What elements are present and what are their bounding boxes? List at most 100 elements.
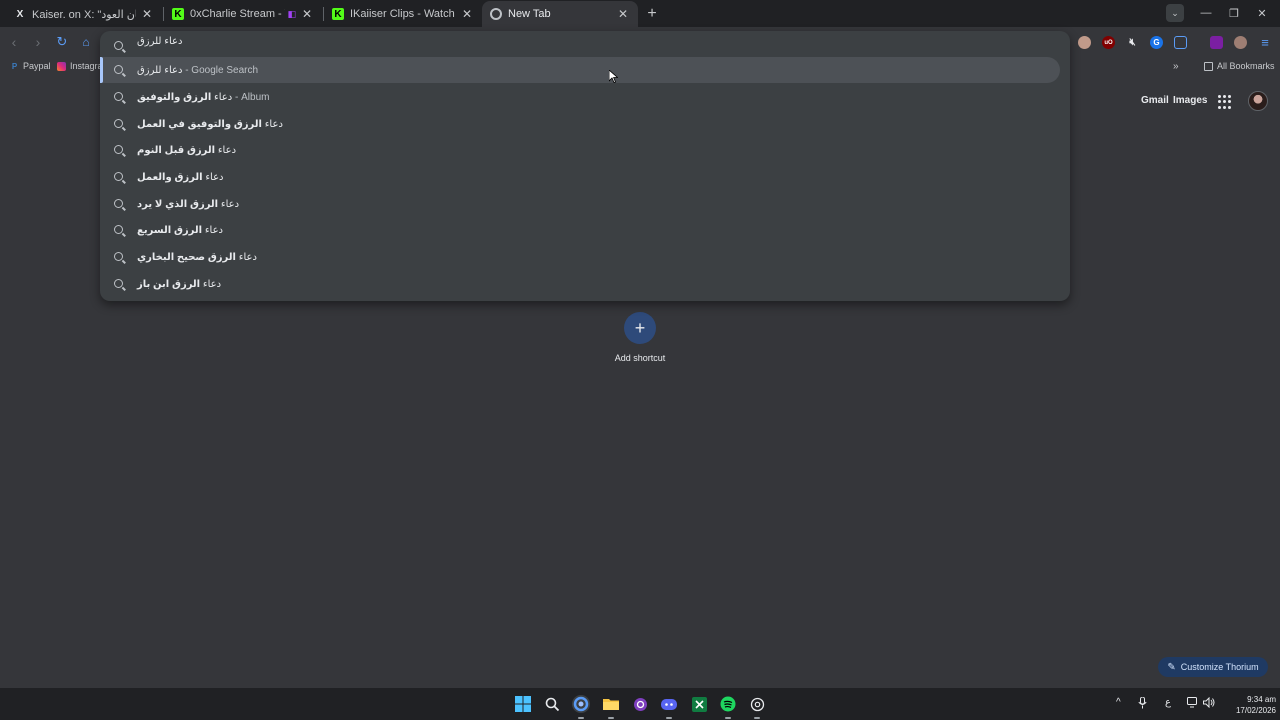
mute-icon[interactable]: 🔇︎ [1126,36,1139,49]
app-indicator [608,717,614,719]
translate-icon[interactable]: G [1150,36,1163,49]
search-icon [114,65,123,77]
search-icon [114,172,123,184]
suggestion-prefix: دعاء [200,278,222,290]
chatgpt-icon[interactable] [748,695,766,713]
tab-title: 0xCharlie Stream - Watch L [190,8,285,20]
ublock-icon[interactable]: uO [1102,36,1115,49]
tab-new-tab[interactable]: New Tab ✕ [482,1,638,27]
tab-ikaiiser-clips[interactable]: K IKaiiser Clips - Watch Live on K ✕ [324,1,482,27]
chrome-icon [490,8,502,20]
search-icon [114,119,123,131]
thorium-browser-icon[interactable] [572,695,590,713]
suggestion-text: دعاء الرزق ابن باز [137,279,221,290]
suggestion-item[interactable]: دعاء الرزق والتوفيق في العمل [100,111,1060,137]
input-language-indicator[interactable]: ع [1165,697,1171,708]
suggestion-item[interactable]: دعاء للرزق - Google Search [100,57,1060,83]
extensions-icon[interactable] [1174,36,1187,49]
close-icon[interactable]: ✕ [616,7,630,21]
suggestion-bold: الرزق السريع [137,224,203,236]
selection-indicator [100,57,103,83]
images-link[interactable]: Images [1173,95,1207,106]
home-button[interactable]: ⌂ [78,34,94,50]
suggestion-bold: الرزق ابن باز [137,278,201,290]
address-bar[interactable]: دعاء للرزق [100,31,1070,55]
system-clock[interactable]: 9:34 am 17/02/2026 [1218,694,1276,716]
tab-search-button[interactable]: ⌄ [1166,4,1184,22]
pencil-icon: ✎ [1167,661,1176,673]
forward-button[interactable]: › [30,34,46,50]
spotify-icon[interactable] [719,695,737,713]
microphone-icon[interactable] [1138,696,1147,712]
customize-thorium-button[interactable]: ✎ Customize Thorium [1158,657,1268,677]
new-tab-button[interactable]: + [643,5,661,23]
all-bookmarks-button[interactable]: All Bookmarks [1204,61,1275,71]
bookmark-paypal[interactable]: P Paypal [10,61,51,71]
account-avatar[interactable] [1248,91,1268,111]
google-apps-icon[interactable] [1218,95,1232,109]
app-indicator [666,717,672,719]
tray-overflow-chevron-icon[interactable]: ^ [1116,697,1121,708]
suggestion-item[interactable]: دعاء الرزق ابن باز [100,271,1060,297]
suggestion-text: دعاء الرزق والتوفيق - Album [137,92,269,103]
customize-label: Customize Thorium [1180,662,1259,672]
suggestion-text: دعاء للرزق - Google Search [137,65,258,76]
app-indicator [725,717,731,719]
suggestion-bold: الرزق والتوفيق في العمل [137,118,262,130]
tab-title: New Tab [508,8,551,20]
close-icon[interactable]: ✕ [140,7,154,21]
suggestion-item[interactable]: دعاء الرزق والتوفيق - Album [100,84,1060,110]
file-explorer-icon[interactable] [602,695,620,713]
discord-icon[interactable] [660,695,678,713]
profile-avatar-icon[interactable] [1234,36,1247,49]
suggestion-item[interactable]: دعاء الرزق قبل النوم [100,137,1060,163]
search-icon [114,92,123,104]
taskbar: ^ ع [0,688,1280,720]
suggestion-prefix: دعاء [215,144,237,156]
search-icon [114,279,123,291]
excel-icon[interactable] [690,695,708,713]
close-window-button[interactable]: ✕ [1253,4,1271,22]
add-shortcut-label: Add shortcut [614,353,666,363]
media-player-icon[interactable] [631,695,649,713]
profile-extension-icon[interactable] [1078,36,1091,49]
all-bookmarks-label: All Bookmarks [1217,61,1275,71]
suggestion-item[interactable]: دعاء الرزق الذي لا يرد [100,191,1060,217]
restore-button[interactable]: ❐ [1225,4,1243,22]
windows-start-icon[interactable] [514,695,532,713]
omnibox-dropdown: دعاء للرزق دعاء للرزق - Google Search دع… [100,31,1070,301]
suggestion-item[interactable]: دعاء الرزق صحيح البخاري [100,244,1060,270]
more-bookmarks-chevron-icon[interactable]: » [1173,61,1179,72]
tab-kaiser-x[interactable]: X Kaiser. on X: "الي كله عشان العود ✕ [6,1,162,27]
back-button[interactable]: ‹ [6,34,22,50]
bookmark-instagram[interactable]: Instagra [57,61,103,71]
suggestion-prefix: دعاء [235,251,257,263]
minimize-button[interactable]: — [1197,4,1215,22]
suggestion-bold: الرزق قبل النوم [137,144,216,156]
add-shortcut-button[interactable]: + [624,312,656,344]
close-icon[interactable]: ✕ [300,7,314,21]
tab-strip: X Kaiser. on X: "الي كله عشان العود ✕ K … [0,0,1280,27]
suggestion-prefix: دعاء [202,171,224,183]
suggestion-prefix: دعاء [218,198,240,210]
close-icon[interactable]: ✕ [460,7,474,21]
clock-date: 17/02/2026 [1235,706,1276,715]
address-bar-query[interactable]: دعاء للرزق [137,36,182,47]
menu-icon[interactable]: ≡ [1257,34,1273,50]
kick-icon: K [332,8,344,20]
gmail-link[interactable]: Gmail [1141,95,1169,106]
tab-0xcharlie[interactable]: K 0xCharlie Stream - Watch L ◧ ✕ [164,1,322,27]
search-icon [114,145,123,157]
suggestion-item[interactable]: دعاء الرزق والعمل [100,164,1060,190]
search-icon[interactable] [543,695,561,713]
app-indicator [754,717,760,719]
network-icon[interactable] [1187,697,1199,711]
reload-button[interactable]: ↻ [54,34,70,50]
suggestion-text: دعاء الرزق والتوفيق في العمل [137,119,283,130]
instagram-icon [57,61,66,71]
sidebar-icon[interactable] [1210,36,1223,49]
volume-icon[interactable] [1203,696,1215,711]
folder-icon [1204,61,1213,71]
suggestion-item[interactable]: دعاء الرزق السريع [100,217,1060,243]
suggestion-prefix: دعاء للرزق [137,64,183,76]
